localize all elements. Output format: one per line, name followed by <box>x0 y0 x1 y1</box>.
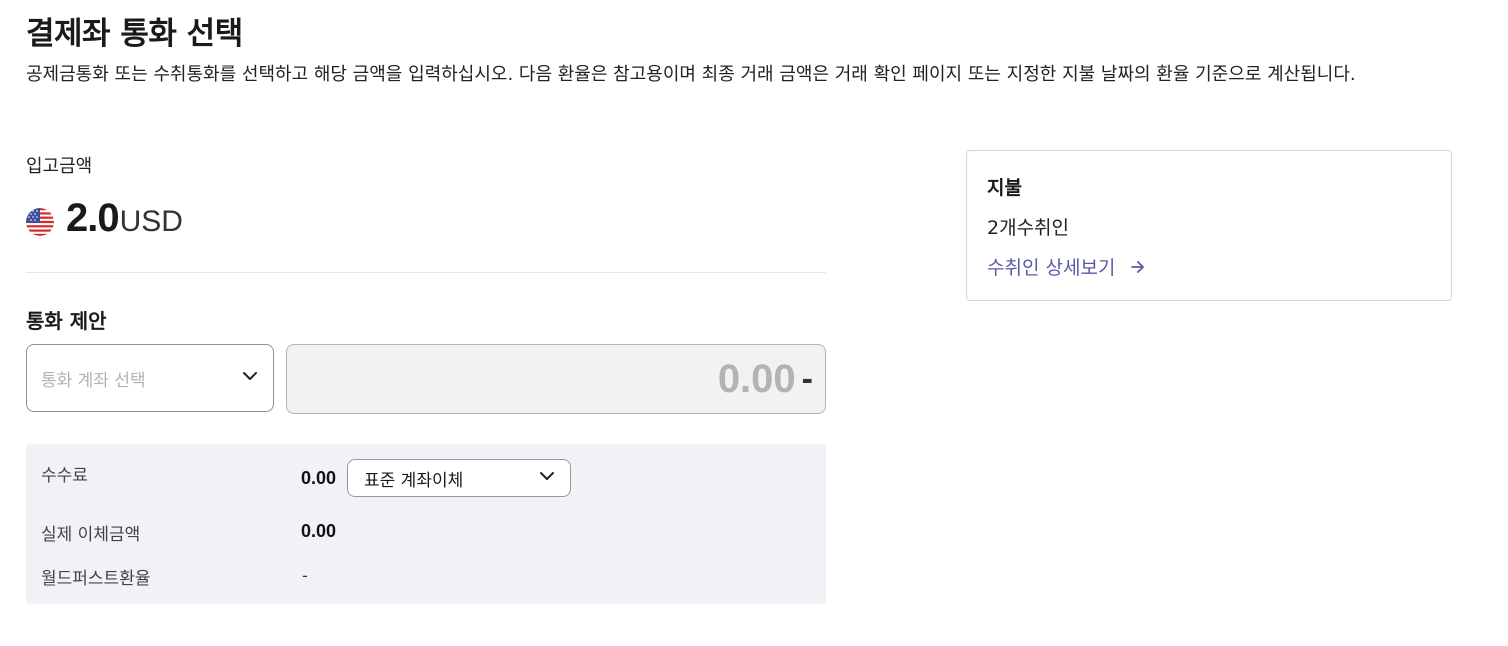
section-divider <box>26 272 826 273</box>
fee-value: 0.00 <box>301 468 337 488</box>
transfer-type-label: 표준 계좌이체 <box>364 470 464 491</box>
arrow-right-icon <box>1129 258 1147 276</box>
us-flag-icon <box>26 207 54 236</box>
deposit-amount-value: 2.0 <box>66 196 120 240</box>
chevron-down-icon <box>538 467 556 489</box>
transfer-type-select[interactable]: 표준 계좌이체 <box>347 459 571 497</box>
recipient-count: 2개수취인 <box>987 217 1070 239</box>
actual-transfer-value: 0.00 <box>301 521 337 541</box>
worldfirst-rate-label: 월드퍼스트환율 <box>41 569 151 589</box>
actual-transfer-label: 실제 이체금액 <box>41 525 141 545</box>
deposit-amount-label: 입고금액 <box>26 156 93 177</box>
recipient-details-label: 수취인 상세보기 <box>987 257 1116 279</box>
chevron-down-icon <box>241 367 259 389</box>
recipient-details-link[interactable]: 수취인 상세보기 <box>987 253 1147 280</box>
amount-input-value: 0.00 <box>717 356 796 401</box>
deposit-currency-code: USD <box>119 205 183 238</box>
deposit-amount: 2.0 USD <box>26 196 183 241</box>
payment-card-title: 지불 <box>987 177 1022 199</box>
worldfirst-rate-value: - <box>302 566 308 585</box>
currency-proposal-title: 통화 제안 <box>26 309 107 333</box>
amount-input[interactable]: 0.00 - <box>286 344 826 414</box>
payment-summary-card: 지불 2개수취인 수취인 상세보기 <box>966 150 1452 301</box>
fee-label: 수수료 <box>41 466 88 486</box>
fee-summary-panel: 수수료 0.00 표준 계좌이체 실제 이체금액 0.00 월드퍼스트환율 - <box>26 444 826 604</box>
currency-account-placeholder: 통화 계좌 선택 <box>41 370 146 391</box>
page-description: 공제금통화 또는 수취통화를 선택하고 해당 금액을 입력하십시오. 다음 환율… <box>26 64 1356 85</box>
page-title: 결제좌 통화 선택 <box>26 16 243 52</box>
currency-account-select[interactable]: 통화 계좌 선택 <box>26 344 274 412</box>
amount-input-currency: - <box>801 359 813 398</box>
